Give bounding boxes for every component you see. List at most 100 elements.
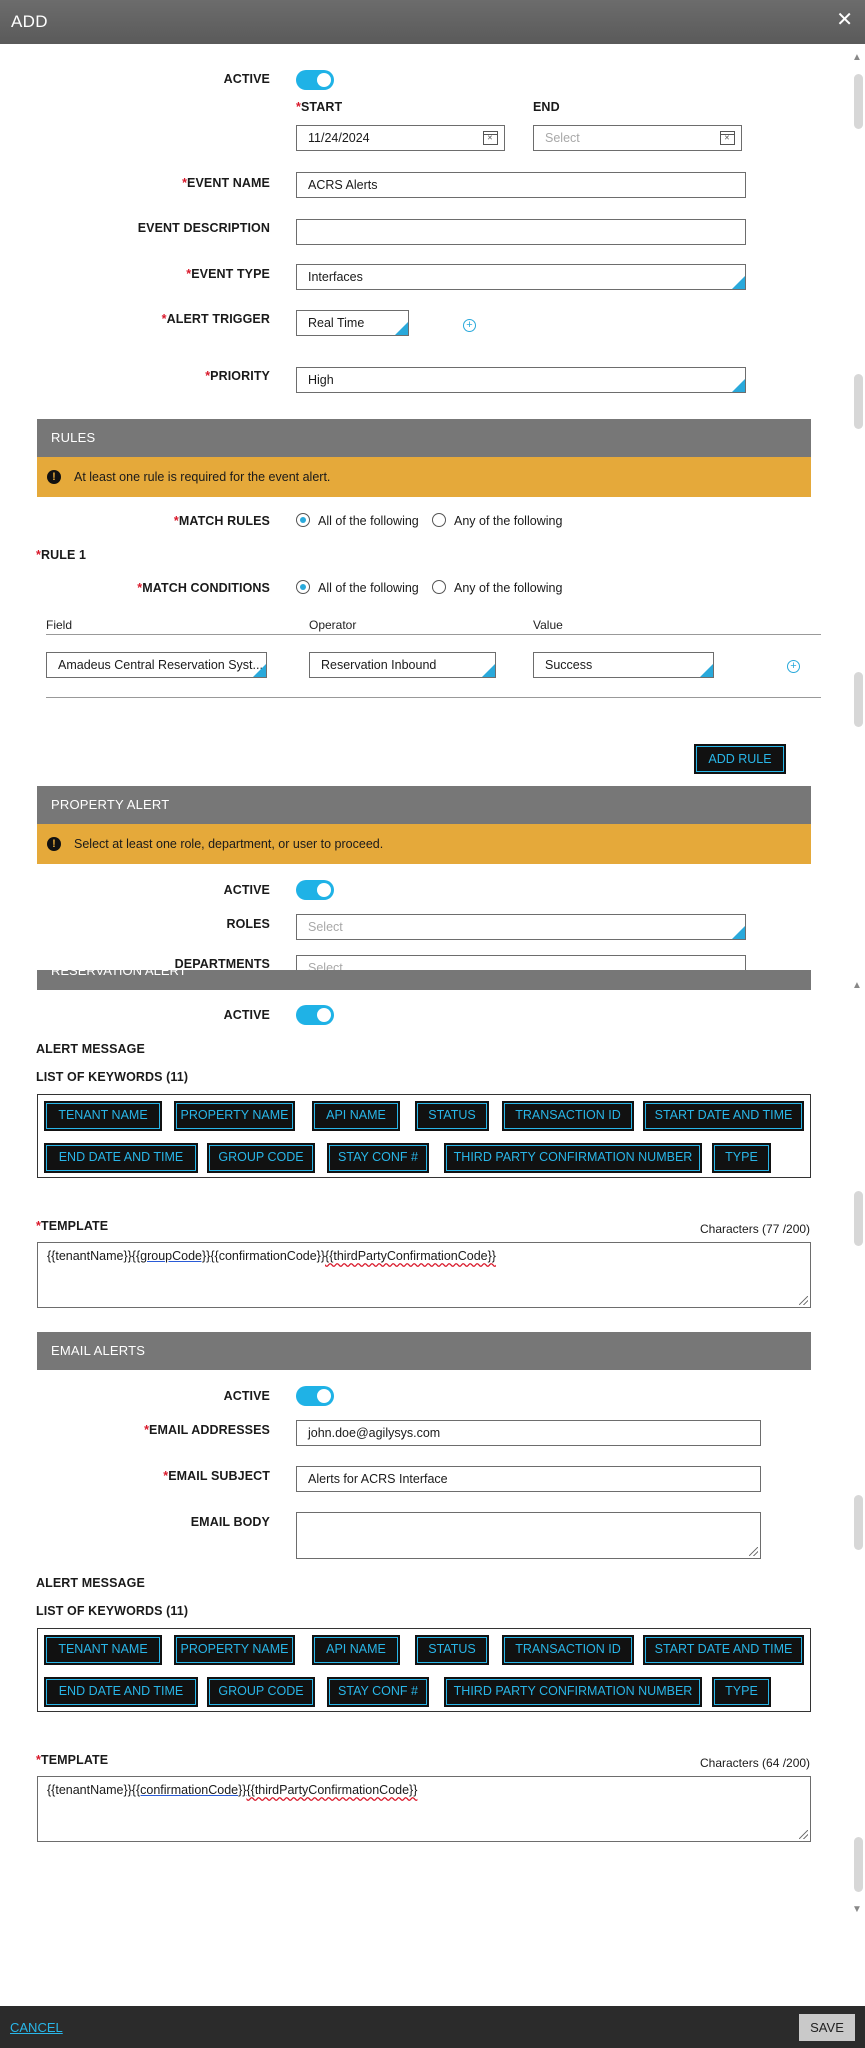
rules-warning: ! At least one rule is required for the e… [37, 457, 811, 497]
scrollbar-thumb[interactable] [854, 1837, 863, 1892]
resize-handle-icon[interactable] [799, 1296, 808, 1305]
column-header-operator: Operator [309, 618, 357, 632]
email-active-label: ACTIVE [223, 1389, 270, 1403]
departments-select[interactable]: Select [296, 955, 746, 970]
scrollbar-thumb[interactable] [854, 74, 863, 129]
reservation-alert-message-label: ALERT MESSAGE [36, 1042, 145, 1056]
scrollbar-thumb[interactable] [854, 1191, 863, 1246]
keyword-chip[interactable]: TENANT NAME [46, 1637, 160, 1663]
email-addresses-label: *EMAIL ADDRESSES [144, 1423, 270, 1437]
rules-banner: RULES [37, 419, 811, 457]
scroll-up-icon[interactable]: ▲ [852, 53, 862, 63]
save-button[interactable]: SAVE [799, 2014, 855, 2041]
keyword-chip[interactable]: END DATE AND TIME [46, 1679, 196, 1705]
chevron-down-icon [395, 322, 408, 335]
keyword-chip[interactable]: PROPERTY NAME [176, 1637, 293, 1663]
email-keywords-box: TENANT NAME PROPERTY NAME API NAME STATU… [37, 1628, 811, 1712]
keyword-chip[interactable]: END DATE AND TIME [46, 1145, 196, 1171]
keyword-chip[interactable]: API NAME [314, 1637, 398, 1663]
keyword-chip[interactable]: TENANT NAME [46, 1103, 160, 1129]
keyword-chip[interactable]: TRANSACTION ID [504, 1103, 632, 1129]
toggle-knob [317, 1389, 331, 1403]
match-rules-all-text: All of the following [318, 514, 419, 528]
reservation-keywords-box: TENANT NAME PROPERTY NAME API NAME STATU… [37, 1094, 811, 1178]
active-toggle[interactable] [296, 70, 334, 90]
reservation-template-textarea[interactable]: {{tenantName}}{{groupCode}}{{confirmatio… [37, 1242, 811, 1308]
calendar-icon[interactable] [483, 131, 498, 145]
keyword-chip[interactable]: GROUP CODE [209, 1145, 313, 1171]
keyword-chip[interactable]: PROPERTY NAME [176, 1103, 293, 1129]
email-body-label: EMAIL BODY [190, 1515, 270, 1529]
keyword-chip[interactable]: STAY CONF # [329, 1679, 427, 1705]
cancel-link[interactable]: CANCEL [10, 2020, 63, 2035]
end-label: END [533, 100, 560, 114]
reservation-template-label: *TEMPLATE [36, 1219, 109, 1233]
match-rules-label: *MATCH RULES [173, 514, 270, 528]
resize-handle-icon[interactable] [749, 1547, 758, 1556]
scroll-up-icon[interactable]: ▲ [852, 981, 862, 991]
scrollbar-thumb[interactable] [854, 1495, 863, 1550]
keyword-chip[interactable]: STAY CONF # [329, 1145, 427, 1171]
start-date-input[interactable]: 11/24/2024 [296, 125, 505, 151]
end-date-input[interactable]: Select [533, 125, 742, 151]
column-header-value: Value [533, 618, 563, 632]
scrollbar-lower[interactable]: ▲ ▼ [848, 975, 865, 1975]
condition-operator-select[interactable]: Reservation Inbound [309, 652, 496, 678]
keyword-chip[interactable]: TRANSACTION ID [504, 1637, 632, 1663]
email-active-toggle[interactable] [296, 1386, 334, 1406]
scrollbar-thumb[interactable] [854, 374, 863, 429]
scrollbar-upper[interactable]: ▲ [848, 44, 865, 974]
keyword-chip[interactable]: START DATE AND TIME [645, 1103, 802, 1129]
email-subject-label: *EMAIL SUBJECT [163, 1469, 270, 1483]
keyword-chip[interactable]: STATUS [417, 1637, 487, 1663]
close-icon[interactable]: ✕ [836, 10, 853, 30]
keyword-chip[interactable]: START DATE AND TIME [645, 1637, 802, 1663]
reservation-alert-banner-clip: RESERVATION ALERT [37, 970, 811, 990]
calendar-icon[interactable] [720, 131, 735, 145]
property-alert-warning: ! Select at least one role, department, o… [37, 824, 811, 864]
keyword-chip[interactable]: API NAME [314, 1103, 398, 1129]
alert-trigger-select[interactable]: Real Time [296, 310, 409, 336]
alert-trigger-label: *ALERT TRIGGER [161, 312, 270, 326]
warning-icon: ! [47, 470, 61, 484]
match-rules-all-radio[interactable] [296, 513, 310, 527]
start-label: *START [296, 100, 343, 114]
condition-value-select[interactable]: Success [533, 652, 714, 678]
scroll-down-icon[interactable]: ▼ [852, 1905, 862, 1915]
reservation-active-toggle[interactable] [296, 1005, 334, 1025]
property-active-toggle[interactable] [296, 880, 334, 900]
event-type-select[interactable]: Interfaces [296, 264, 746, 290]
event-type-label: *EVENT TYPE [186, 267, 270, 281]
reservation-keywords-label: LIST OF KEYWORDS (11) [36, 1070, 189, 1084]
match-rules-any-text: Any of the following [454, 514, 563, 528]
keyword-chip[interactable]: THIRD PARTY CONFIRMATION NUMBER [446, 1145, 700, 1171]
email-subject-input[interactable]: Alerts for ACRS Interface [296, 1466, 761, 1492]
keyword-chip[interactable]: TYPE [714, 1679, 769, 1705]
divider [46, 697, 821, 698]
divider [46, 634, 821, 635]
email-template-textarea[interactable]: {{tenantName}}{{confirmationCode}}{{thir… [37, 1776, 811, 1842]
keyword-chip[interactable]: GROUP CODE [209, 1679, 313, 1705]
column-header-field: Field [46, 618, 73, 632]
email-body-textarea[interactable] [296, 1512, 761, 1559]
add-trigger-icon[interactable]: + [463, 319, 476, 332]
keyword-chip[interactable]: THIRD PARTY CONFIRMATION NUMBER [446, 1679, 700, 1705]
keyword-chip[interactable]: TYPE [714, 1145, 769, 1171]
match-conditions-any-radio[interactable] [432, 580, 446, 594]
match-rules-any-radio[interactable] [432, 513, 446, 527]
resize-handle-icon[interactable] [799, 1830, 808, 1839]
scrollbar-thumb[interactable] [854, 672, 863, 727]
roles-select[interactable]: Select [296, 914, 746, 940]
add-rule-button[interactable]: ADD RULE [696, 746, 784, 772]
email-addresses-input[interactable]: john.doe@agilysys.com [296, 1420, 761, 1446]
add-condition-icon[interactable]: + [787, 660, 800, 673]
match-conditions-all-radio[interactable] [296, 580, 310, 594]
event-description-input[interactable] [296, 219, 746, 245]
event-description-label: EVENT DESCRIPTION [137, 221, 270, 235]
keyword-chip[interactable]: STATUS [417, 1103, 487, 1129]
match-conditions-label: *MATCH CONDITIONS [137, 581, 270, 595]
condition-field-select[interactable]: Amadeus Central Reservation Syst... [46, 652, 267, 678]
event-name-input[interactable]: ACRS Alerts [296, 172, 746, 198]
chevron-down-icon [482, 664, 495, 677]
priority-select[interactable]: High [296, 367, 746, 393]
